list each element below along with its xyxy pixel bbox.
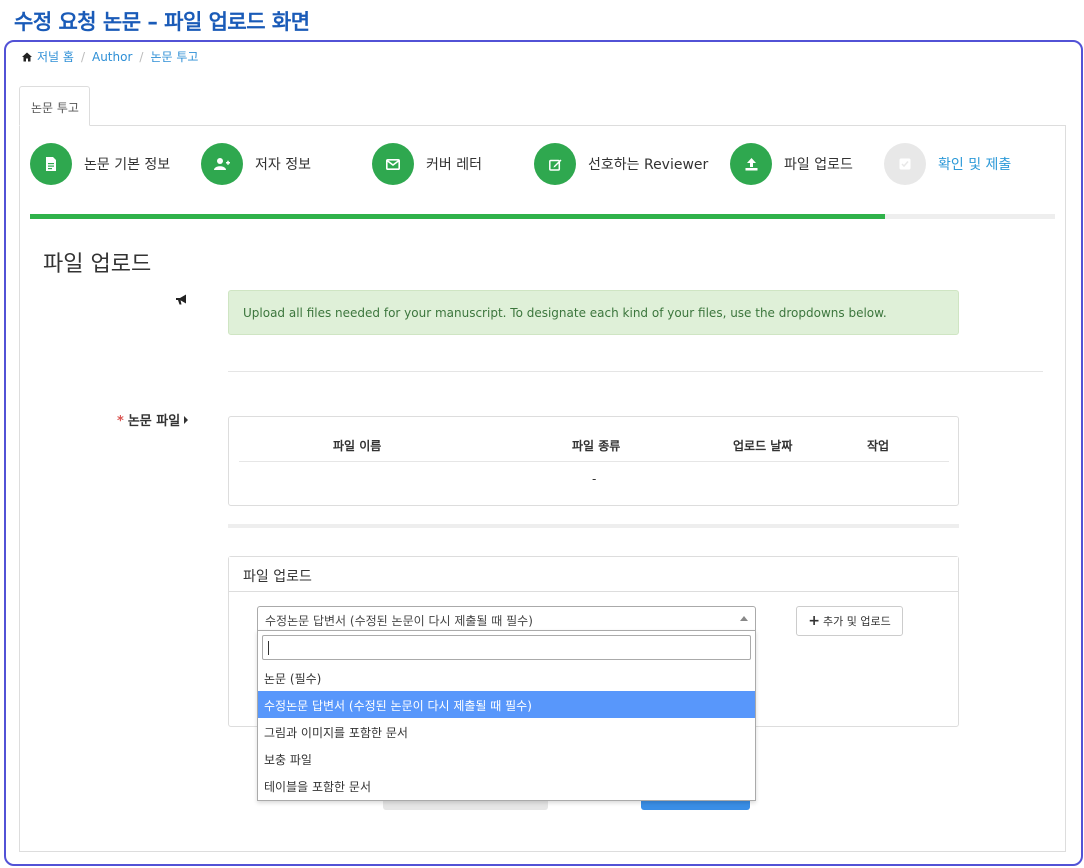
step-basic-info[interactable]: 논문 기본 정보 (30, 143, 170, 185)
step-label: 논문 기본 정보 (84, 157, 171, 173)
dropdown-option[interactable]: 논문 (필수) (258, 664, 755, 691)
breadcrumb-separator: / (139, 49, 144, 64)
document-icon (46, 157, 56, 171)
breadcrumb: 저널 홈 / Author / 논문 투고 (22, 48, 198, 65)
step-basic-info-circle (30, 143, 72, 185)
files-table: 파일 이름 파일 종류 업로드 날짜 작업 - (228, 416, 959, 506)
step-confirm-submit-circle (884, 143, 926, 185)
check-icon (899, 158, 911, 170)
upload-icon (745, 157, 757, 170)
step-cover-letter-circle (372, 143, 414, 185)
file-type-dropdown: 논문 (필수) 수정논문 답변서 (수정된 논문이 다시 제출될 때 필수) 그… (257, 630, 756, 801)
step-file-upload[interactable]: 파일 업로드 (730, 143, 853, 185)
section-title: 파일 업로드 (43, 252, 152, 277)
breadcrumb-submission[interactable]: 논문 투고 (150, 48, 198, 65)
step-label: 확인 및 제출 (938, 157, 1012, 173)
paper-file-label: * 논문 파일 (117, 410, 189, 429)
upload-panel-title: 파일 업로드 (229, 557, 958, 592)
step-file-upload-circle (730, 143, 772, 185)
paper-file-label-text: 논문 파일 (127, 414, 181, 429)
column-header-upload-date: 업로드 날짜 (733, 439, 793, 453)
dropdown-search-input[interactable] (262, 635, 751, 660)
progress-fill (30, 214, 885, 219)
plus-icon: + (808, 613, 820, 629)
step-cover-letter[interactable]: 커버 레터 (372, 143, 482, 185)
caret-right-icon (184, 416, 189, 424)
envelope-icon (386, 158, 400, 170)
dropdown-option[interactable]: 수정논문 답변서 (수정된 논문이 다시 제출될 때 필수) (258, 691, 755, 718)
column-header-file-name: 파일 이름 (333, 439, 382, 453)
tab-paper-submission[interactable]: 논문 투고 (19, 86, 90, 126)
add-upload-button-label: 추가 및 업로드 (823, 615, 891, 628)
dropdown-option[interactable]: 보충 파일 (258, 745, 755, 772)
add-upload-button[interactable]: + 추가 및 업로드 (796, 606, 903, 636)
megaphone-icon (176, 294, 186, 305)
home-icon (22, 52, 32, 61)
step-label: 저자 정보 (255, 157, 311, 173)
file-type-selected-value: 수정논문 답변서 (수정된 논문이 다시 제출될 때 필수) (265, 614, 533, 628)
user-plus-icon (214, 158, 230, 170)
divider (228, 524, 959, 528)
required-marker: * (117, 414, 124, 429)
step-preferred-reviewer[interactable]: 선호하는 Reviewer (534, 143, 708, 185)
chevron-up-icon (740, 616, 748, 621)
step-label: 선호하는 Reviewer (588, 157, 709, 173)
text-cursor (268, 641, 269, 655)
dropdown-option[interactable]: 그림과 이미지를 포함한 문서 (258, 718, 755, 745)
step-authors-circle (201, 143, 243, 185)
step-label: 파일 업로드 (784, 157, 853, 173)
table-empty-cell: - (592, 472, 597, 486)
dropdown-option[interactable]: 테이블을 포함한 문서 (258, 772, 755, 799)
divider (228, 371, 1043, 372)
page-heading: 수정 요청 논문 – 파일 업로드 화면 (14, 10, 310, 34)
step-authors[interactable]: 저자 정보 (201, 143, 311, 185)
step-label: 커버 레터 (426, 157, 482, 173)
progress-bar (30, 214, 1055, 219)
file-type-select[interactable]: 수정논문 답변서 (수정된 논문이 다시 제출될 때 필수) (257, 606, 756, 631)
step-confirm-submit[interactable]: 확인 및 제출 (884, 143, 1011, 185)
edit-icon (548, 159, 561, 171)
column-header-file-type: 파일 종류 (572, 439, 621, 453)
breadcrumb-separator: / (80, 49, 85, 64)
step-preferred-reviewer-circle (534, 143, 576, 185)
breadcrumb-home[interactable]: 저널 홈 (37, 48, 74, 65)
breadcrumb-author[interactable]: Author (92, 50, 132, 64)
column-header-action: 작업 (867, 439, 890, 453)
table-header-divider (239, 461, 949, 462)
info-alert: Upload all files needed for your manuscr… (228, 290, 959, 335)
